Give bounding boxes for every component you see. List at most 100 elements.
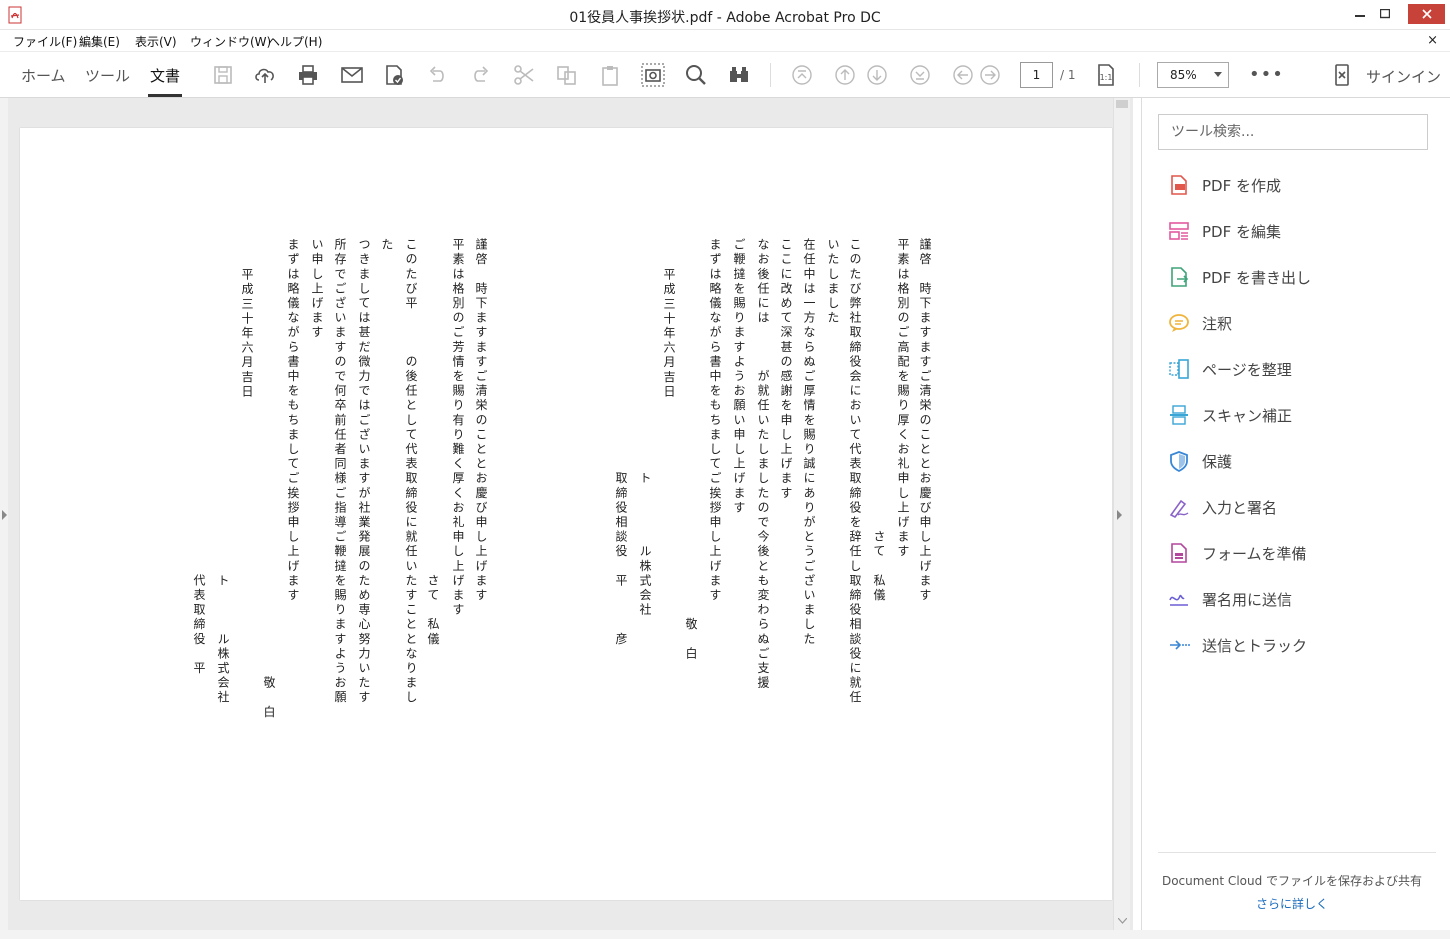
tool-edit-pdf[interactable]: PDF を編集 <box>1166 216 1426 246</box>
letter-date: 平成三十年六月吉日 <box>662 268 676 400</box>
fit-page-icon[interactable]: 1:1 <box>1094 63 1118 87</box>
left-panel-handle[interactable] <box>0 98 8 930</box>
letter-line: ご鞭撻を賜りますようお願い申し上げます <box>732 238 746 516</box>
tool-create-pdf[interactable]: PDF を作成 <box>1166 170 1426 200</box>
comment-icon <box>1166 310 1192 336</box>
collapse-panel-icon[interactable] <box>1117 510 1122 520</box>
tab-tools[interactable]: ツール <box>85 65 130 86</box>
menu-window[interactable]: ウィンドウ(W) <box>190 33 271 50</box>
menu-help[interactable]: ヘルプ(H) <box>268 33 322 50</box>
organize-pages-icon <box>1166 356 1192 382</box>
menu-bar: ファイル(F) 編集(E) 表示(V) ウィンドウ(W) ヘルプ(H) × <box>0 30 1450 52</box>
tool-send-for-signature[interactable]: 署名用に送信 <box>1166 584 1426 614</box>
letter-line: 所存でございますので何卒前任者同様ご指導ご鞭撻を賜りますようお願 <box>333 238 347 706</box>
active-tab-indicator <box>148 94 182 97</box>
horizontal-scroll-area[interactable] <box>8 900 1113 930</box>
close-window-button[interactable] <box>1408 4 1445 24</box>
print-icon[interactable] <box>296 63 320 87</box>
mobile-icon[interactable] <box>1330 63 1354 87</box>
maximize-button[interactable] <box>1371 4 1399 24</box>
letter-line: このたび弊社取締役会において代表取締役を辞任し取締役相談役に就任 <box>848 238 862 706</box>
next-page-icon[interactable] <box>865 63 889 87</box>
menu-view[interactable]: 表示(V) <box>135 33 177 50</box>
scan-icon <box>1166 402 1192 428</box>
zoom-select[interactable]: 85% <box>1157 62 1229 88</box>
back-icon[interactable] <box>951 63 975 87</box>
scroll-down-icon[interactable] <box>1118 918 1127 924</box>
minimize-button[interactable] <box>1346 4 1374 24</box>
tool-comment[interactable]: 注釈 <box>1166 308 1426 338</box>
save-icon[interactable] <box>211 63 235 87</box>
undo-icon[interactable] <box>425 63 449 87</box>
last-page-icon[interactable] <box>908 63 932 87</box>
menu-file[interactable]: ファイル(F) <box>13 33 77 50</box>
toolbar-separator <box>770 63 771 87</box>
document-cloud-text: Document Cloud でファイルを保存および共有 <box>1161 874 1423 888</box>
tool-prepare-form[interactable]: フォームを準備 <box>1166 538 1426 568</box>
tool-export-pdf[interactable]: PDF を書き出し <box>1166 262 1426 292</box>
paste-icon[interactable] <box>598 63 622 87</box>
chevron-down-icon <box>1214 72 1222 77</box>
prev-page-icon[interactable] <box>833 63 857 87</box>
spellcheck-icon[interactable] <box>382 63 406 87</box>
close-document-button[interactable]: × <box>1427 33 1438 48</box>
letter-signatory: 取締役相談役 平 彦 <box>614 238 628 647</box>
tool-search-input[interactable]: ツール検索... <box>1158 114 1428 150</box>
tab-document[interactable]: 文書 <box>150 65 180 86</box>
search-icon[interactable] <box>684 63 708 87</box>
letter-line: 謹啓 時下ますますご清栄のこととお慶び申し上げます <box>918 238 932 603</box>
tool-fill-sign[interactable]: 入力と署名 <box>1166 492 1426 522</box>
page-number-input[interactable]: 1 <box>1020 62 1053 88</box>
menu-edit[interactable]: 編集(E) <box>79 33 120 50</box>
more-tools-button[interactable]: ••• <box>1249 64 1284 85</box>
copy-icon[interactable] <box>555 63 579 87</box>
letter-line: 在任中は一方ならぬご厚情を賜り誠にありがとうございました <box>802 238 816 647</box>
letter-line: このたび平 の後任として代表取締役に就任いたすこととなりまし <box>404 238 418 706</box>
letter-line: つきましては甚だ微力ではございますが社業発展のため専心努力いたす <box>357 238 371 706</box>
letter-line: 平素は格別のご芳情を賜り有り難く厚くお礼申し上げます <box>451 238 465 618</box>
letter-line: なお後任には が就任いたしましたので今後とも変わらぬご支援 <box>756 238 770 691</box>
tool-scan[interactable]: スキャン補正 <box>1166 400 1426 430</box>
cut-icon[interactable] <box>512 63 536 87</box>
tool-organize-pages[interactable]: ページを整理 <box>1166 354 1426 384</box>
email-icon[interactable] <box>340 63 364 87</box>
tools-panel: ツール検索... PDF を作成 PDF を編集 PDF を書き出し 注釈 ペー… <box>1141 98 1450 930</box>
learn-more-link[interactable]: さらに詳しく <box>1142 895 1442 912</box>
first-page-icon[interactable] <box>790 63 814 87</box>
scrollbar-thumb[interactable] <box>1116 100 1128 108</box>
protect-icon <box>1166 448 1192 474</box>
letter-line: いたしました <box>826 238 840 326</box>
create-pdf-icon <box>1166 172 1192 198</box>
window-title: 01役員人事挨拶状.pdf - Adobe Acrobat Pro DC <box>569 10 881 26</box>
expand-left-icon <box>2 510 7 520</box>
title-bar: 01役員人事挨拶状.pdf - Adobe Acrobat Pro DC <box>0 0 1450 30</box>
upload-icon[interactable] <box>253 63 277 87</box>
svg-text:1:1: 1:1 <box>1100 73 1113 82</box>
vertical-scrollbar[interactable] <box>1113 98 1130 930</box>
zoom-value: 85% <box>1170 68 1197 82</box>
send-track-icon <box>1166 632 1192 658</box>
snapshot-icon[interactable] <box>641 63 665 87</box>
toolbar-separator <box>1139 63 1140 87</box>
tool-send-track[interactable]: 送信とトラック <box>1166 630 1426 660</box>
maximize-icon <box>1380 9 1390 19</box>
letter-closing: 敬 白 <box>262 238 276 720</box>
letter-closing: 敬 白 <box>684 238 698 662</box>
letter-line: 謹啓 時下ますますご清栄のこととお慶び申し上げます <box>474 238 488 603</box>
letter-line: 平素は格別のご高配を賜り厚くお礼申し上げます <box>896 238 910 560</box>
redo-icon[interactable] <box>469 63 493 87</box>
minimize-icon <box>1355 15 1365 17</box>
close-icon <box>1421 9 1432 19</box>
letter-line: まずは略儀ながら書中をもちましてご挨拶申し上げます <box>286 238 300 603</box>
window-bottom-edge <box>0 930 1450 939</box>
fill-sign-icon <box>1166 494 1192 520</box>
tool-protect[interactable]: 保護 <box>1166 446 1426 476</box>
forward-icon[interactable] <box>978 63 1002 87</box>
letter-line: さて 私儀 <box>426 238 440 647</box>
letter-signatory: 代表取締役 平 <box>192 238 206 676</box>
tab-home[interactable]: ホーム <box>21 65 66 86</box>
panel-divider <box>1158 852 1436 853</box>
find-icon[interactable] <box>727 63 751 87</box>
signin-button[interactable]: サインイン <box>1366 66 1441 87</box>
letter-line: ここに改めて深甚の感謝を申し上げます <box>779 238 793 501</box>
